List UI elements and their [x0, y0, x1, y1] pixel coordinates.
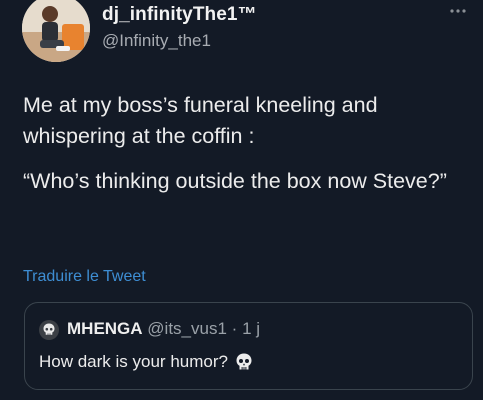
display-name[interactable]: dj_infinityThe1™ [102, 4, 257, 26]
quoted-display-name[interactable]: MHENGA [67, 319, 143, 338]
quoted-separator: · [231, 319, 238, 338]
quoted-tweet-text: How dark is your humor? [39, 352, 228, 371]
avatar-photo [22, 0, 90, 62]
quoted-timestamp[interactable]: 1 j [242, 319, 260, 338]
tweet-paragraph: Me at my boss’s funeral kneeling and whi… [23, 93, 378, 148]
quoted-tweet-card[interactable]: MHENGA @its_vus1 · 1 j How dark is your … [24, 302, 473, 390]
quoted-tweet-text-row: How dark is your humor? [39, 352, 254, 372]
handle[interactable]: @Infinity_the1 [102, 31, 211, 51]
avatar[interactable] [22, 0, 90, 62]
tweet-paragraph: “Who’s thinking outside the box now Stev… [23, 169, 447, 193]
skull-avatar-icon[interactable] [39, 320, 59, 340]
translate-tweet-link[interactable]: Traduire le Tweet [23, 268, 146, 286]
quoted-tweet-header: MHENGA @its_vus1 · 1 j [67, 319, 260, 339]
quoted-handle[interactable]: @its_vus1 [147, 319, 227, 338]
more-horizontal-icon[interactable] [449, 6, 467, 16]
skull-icon [236, 353, 252, 370]
tweet-text: Me at my boss’s funeral kneeling and whi… [23, 90, 473, 211]
